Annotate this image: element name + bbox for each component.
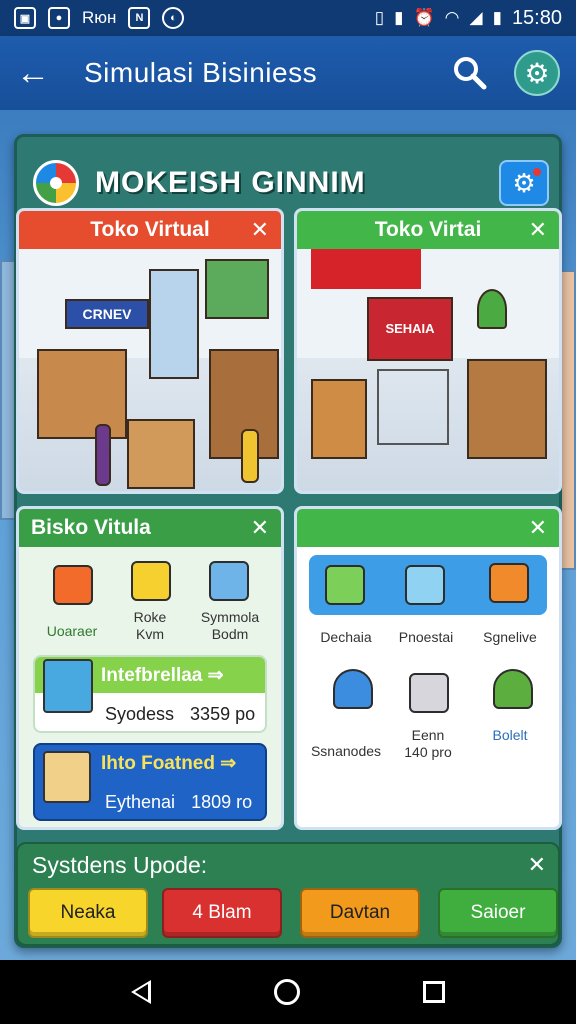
product-label: Pnoestai: [398, 629, 454, 645]
panel-title: MOKEISH GINNIM: [95, 166, 366, 199]
products-card-header: ✕: [297, 509, 559, 547]
store-sign: SEHAIA: [367, 297, 453, 361]
product-label: Sgnelive: [483, 629, 537, 645]
promo-value: 3359 po: [190, 703, 256, 724]
cart-produce-icon[interactable]: [325, 565, 365, 605]
business-card-header: Bisko Vitula ✕: [19, 509, 281, 547]
app-bar: ← Simulasi Bisiniess ⚙: [0, 36, 576, 110]
action-button-4[interactable]: Saioer: [438, 888, 558, 938]
store-card-right[interactable]: Toko Virtai ✕ SEHAIA: [294, 208, 562, 494]
clock: 15:80: [511, 6, 562, 29]
nav-home-icon[interactable]: [273, 979, 300, 1005]
wood-shelf: [467, 359, 547, 459]
wifi-icon: ◠: [444, 8, 460, 27]
notification-dot: [533, 168, 541, 176]
close-icon[interactable]: ✕: [251, 217, 269, 243]
product-label: Eenn 140 pro: [404, 727, 452, 760]
fridge-shelf: [149, 269, 199, 379]
search-icon[interactable]: [450, 53, 490, 93]
gas-pump-icon[interactable]: [489, 563, 529, 603]
battery-icon: ▮: [492, 8, 502, 27]
close-icon[interactable]: ✕: [529, 515, 547, 541]
shopping-cart: [377, 369, 449, 445]
image-icon: ▣: [14, 7, 36, 29]
produce-crate: [311, 379, 367, 459]
app-title: Simulasi Bisiniess: [84, 57, 318, 88]
status-text: Rюн: [82, 8, 117, 27]
products-card[interactable]: ✕ Dechaia Pnoestai Sgnelive Ssnanodes Ee…: [294, 506, 562, 830]
close-icon[interactable]: ✕: [251, 515, 269, 541]
package-box-icon: [43, 751, 91, 803]
system-nav-bar: [0, 960, 576, 1024]
close-icon[interactable]: ✕: [528, 852, 546, 878]
nav-back-icon[interactable]: [131, 980, 152, 1004]
fridge-icon[interactable]: [409, 673, 449, 713]
signpost-icon[interactable]: [333, 669, 373, 709]
potted-plant-icon[interactable]: [493, 669, 533, 709]
status-bar: ▣ ● Rюн N ◐ ▯ ▮ ⏰ ◠ ◢ ▮ 15:80: [0, 0, 576, 36]
product-label: Dechaia: [320, 629, 372, 645]
plant: [477, 289, 507, 329]
gear-icon[interactable]: ⚙: [514, 50, 560, 96]
action-button-2[interactable]: 4 Blam: [162, 888, 282, 938]
building-right: [560, 270, 576, 570]
product-label: Ssnanodes: [310, 743, 382, 759]
pinwheel-logo-icon: [33, 160, 79, 206]
business-card[interactable]: Bisko Vitula ✕ Uoaraer Roke Kvm Symmola …: [16, 506, 284, 830]
store-card-left-title: Toko Virtual: [90, 218, 210, 241]
system-updates-bar: Systdens Upode: ✕ Neaka 4 Blam Davtan Sa…: [16, 842, 560, 946]
store-card-left[interactable]: Toko Virtual ✕ CRNEV: [16, 208, 284, 494]
store-left-scene: CRNEV: [19, 249, 281, 491]
back-arrow-icon[interactable]: ←: [16, 56, 56, 90]
action-button-1[interactable]: Neaka: [28, 888, 148, 938]
settings-gear-icon[interactable]: ⚙: [499, 160, 549, 206]
alarm-icon: ⏰: [413, 8, 435, 27]
vibrate-icon: ▮: [394, 8, 404, 27]
counter: [37, 349, 127, 439]
panel-header: MOKEISH GINNIM ⚙: [33, 155, 549, 211]
product-label: Bolelt: [492, 727, 528, 743]
cart-blue-icon[interactable]: [405, 565, 445, 605]
system-updates-title: Systdens Upode:: [32, 852, 208, 878]
store-right-scene: SEHAIA: [297, 249, 559, 491]
crate-stand: [127, 419, 195, 489]
promo-label: Eythenai: [105, 791, 176, 812]
clerk-figure: [241, 429, 259, 483]
awning: [311, 249, 421, 289]
close-icon[interactable]: ✕: [529, 217, 547, 243]
store-card-right-header: Toko Virtai ✕: [297, 211, 559, 249]
sim-icon: ▯: [374, 8, 385, 27]
blue-box-icon[interactable]: [209, 561, 249, 601]
notification-icon: N: [128, 7, 151, 29]
action-button-3[interactable]: Davtan: [300, 888, 420, 938]
chat-icon: ●: [48, 7, 70, 29]
yellow-box-icon[interactable]: [131, 561, 171, 601]
produce-shelf: [205, 259, 269, 319]
store-card-left-header: Toko Virtual ✕: [19, 211, 281, 249]
store-card-right-title: Toko Virtai: [374, 218, 482, 241]
shopper-figure: [95, 424, 111, 486]
store-sign: CRNEV: [65, 299, 149, 329]
promo-label: Syodess: [105, 703, 175, 724]
business-card-title: Bisko Vitula: [31, 516, 151, 539]
biz-item-label: Roke Kvm: [133, 609, 167, 642]
orange-box-icon[interactable]: [53, 565, 93, 605]
promo-value: 1809 ro: [191, 791, 253, 812]
biz-item-label: Uoaraer: [46, 623, 98, 639]
signal-icon: ◢: [469, 8, 483, 27]
market-stall-icon: [43, 659, 93, 713]
biz-item-label: Symmola Bodm: [200, 609, 260, 642]
nav-recents-icon[interactable]: [422, 981, 445, 1003]
shield-icon: ◐: [162, 7, 185, 29]
